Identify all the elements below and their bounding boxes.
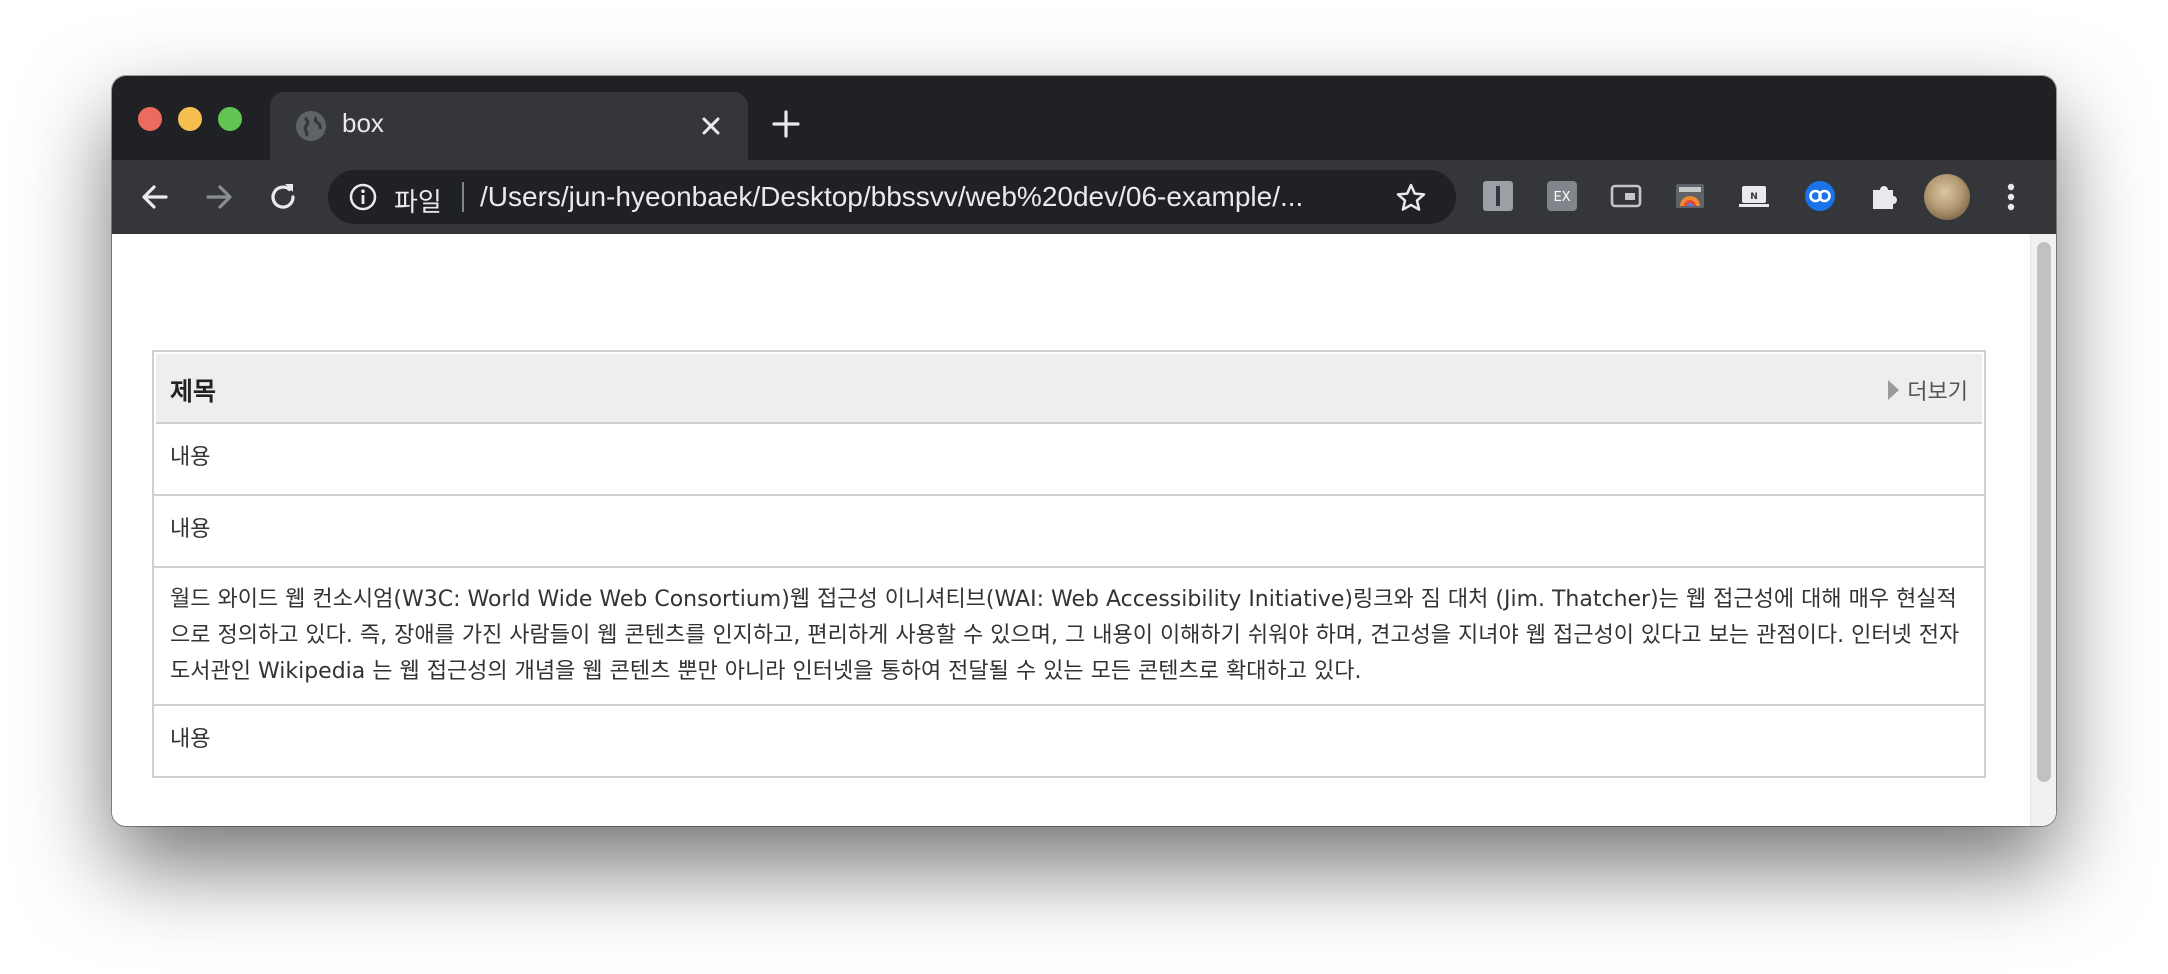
link-extension-icon[interactable] (1802, 178, 1838, 214)
list-item: 내용 (170, 727, 211, 752)
picture-in-picture-icon[interactable] (1608, 178, 1644, 214)
more-label: 더보기 (1907, 380, 1968, 405)
new-tab-button[interactable] (768, 106, 804, 142)
scrollbar-thumb[interactable] (2037, 242, 2051, 782)
browser-toolbar: 파일 /Users/jun-hyeonbaek/Desktop/bbssvv/w… (112, 160, 2056, 234)
reload-button[interactable] (264, 178, 302, 216)
window-maximize-button[interactable] (218, 107, 242, 131)
text-extension-icon[interactable] (1480, 178, 1516, 214)
profile-avatar[interactable] (1924, 174, 1970, 220)
notion-extension-icon[interactable]: N (1736, 178, 1772, 214)
list-item: 월드 와이드 웹 컨소시엄(W3C: World Wide Web Consor… (154, 568, 1984, 706)
list-item: 내용 (154, 496, 1984, 568)
tab-strip: box (112, 76, 2056, 160)
ex-extension-icon[interactable]: EX (1544, 178, 1580, 214)
box-title: 제목 (170, 377, 217, 406)
svg-text:N: N (1750, 192, 1758, 202)
browser-window: box 파일 /Users/jun-hyeonbaek/Desktop/bbss… (112, 76, 2056, 826)
content-box: 제목 더보기 내용 내용 월드 와이드 웹 컨소시엄(W3C: World Wi… (152, 350, 1986, 778)
url-text[interactable]: /Users/jun-hyeonbaek/Desktop/bbssvv/web%… (480, 181, 1380, 213)
palette-extension-icon[interactable] (1672, 178, 1708, 214)
tab-box[interactable]: box (270, 92, 748, 160)
scheme-label: 파일 (394, 187, 442, 217)
triangle-right-icon (1888, 380, 1900, 400)
more-link[interactable]: 더보기 (1888, 374, 1968, 406)
svg-text:EX: EX (1553, 190, 1570, 205)
star-icon[interactable] (1394, 181, 1428, 215)
more-menu-icon[interactable] (1996, 178, 2026, 216)
list-item: 내용 (154, 424, 1984, 496)
window-minimize-button[interactable] (178, 107, 202, 131)
tab-title: box (342, 108, 384, 138)
vertical-scrollbar[interactable] (2030, 234, 2056, 826)
address-bar[interactable]: 파일 /Users/jun-hyeonbaek/Desktop/bbssvv/w… (328, 170, 1456, 224)
close-icon[interactable] (694, 109, 728, 143)
info-icon[interactable] (348, 182, 378, 212)
box-header: 제목 더보기 (156, 354, 1982, 424)
forward-button[interactable] (200, 178, 238, 216)
window-close-button[interactable] (138, 107, 162, 131)
puzzle-icon[interactable] (1866, 178, 1902, 214)
back-button[interactable] (136, 178, 174, 216)
page-content: 제목 더보기 내용 내용 월드 와이드 웹 컨소시엄(W3C: World Wi… (112, 234, 2056, 826)
globe-icon (296, 111, 326, 141)
address-divider (462, 182, 464, 212)
